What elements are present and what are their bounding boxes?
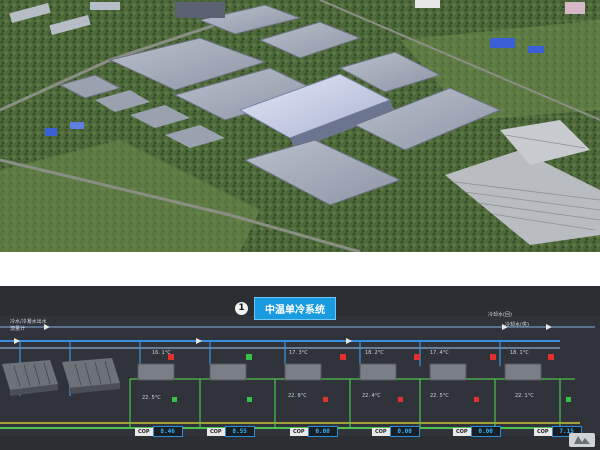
temp-top-c3: 16. 1°C [152,350,171,356]
system-title: 1 中温单冷系统 [235,296,336,320]
cop-readout-4: COP 0.00 [372,426,420,437]
system-index-badge: 1 [235,301,248,315]
chiller-unit-4[interactable] [209,354,252,402]
temp-top-c6: 17. 4°C [430,350,449,356]
temp-bottom-c4: 22. 8°C [288,393,307,399]
cop-readout-2: COP 8.55 [207,426,255,437]
system-title-label: 中温单冷系统 [254,296,336,320]
cop-readout-5: COP 0.00 [453,426,501,437]
separator [0,252,600,286]
cop-value: 0.00 [470,426,501,437]
temp-top-c5: 18. 2°C [365,350,384,356]
aerial-render-image [0,0,600,252]
top-right-label-2: 冷却水(供) [505,322,529,328]
temp-bottom-c7: 22. 1°C [515,393,534,399]
cop-label: COP [372,427,390,436]
cop-value: 0.00 [389,426,420,437]
temp-top-c7: 18. 1°C [510,350,529,356]
top-right-label-1: 冷却水(回) [488,312,512,318]
brand-logo-icon [569,433,595,447]
cop-readout-3: COP 0.00 [290,426,338,437]
temp-bottom-c6: 22. 5°C [430,393,449,399]
cop-label: COP [135,427,153,436]
temp-bottom-c5: 22. 4°C [362,393,381,399]
cop-label: COP [534,427,552,436]
cop-value: 8.55 [224,426,255,437]
temp-bottom-c3: 22. 5°C [142,395,161,401]
top-left-label-1: 冷水/冷凝水出水 [10,319,47,325]
cop-readout-1: COP 8.46 [135,426,183,437]
cop-label: COP [290,427,308,436]
cop-label: COP [453,427,471,436]
top-left-label-2: 流量计 [10,326,26,332]
cop-value: 8.46 [152,426,183,437]
cop-label: COP [207,427,225,436]
temp-top-c4: 17. 3°C [289,350,308,356]
cop-value: 0.00 [307,426,338,437]
